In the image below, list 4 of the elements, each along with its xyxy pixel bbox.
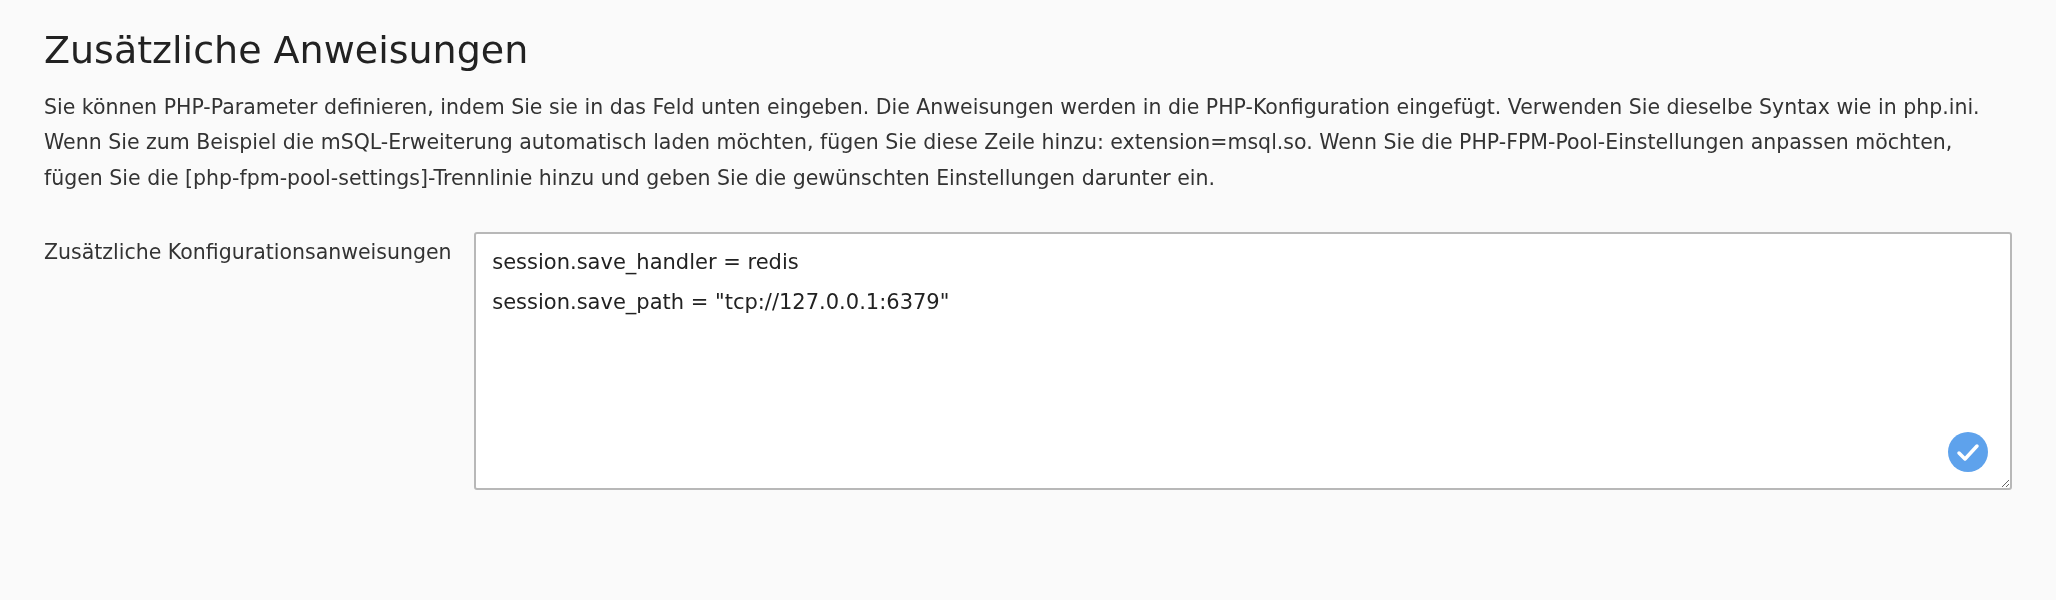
config-input-field[interactable]: session.save_handler = redis session.save_path = "tcp://127.0.0.1:6379" bbox=[474, 232, 2012, 491]
field-label: Zusätzliche Konfigurationsanweisungen bbox=[44, 239, 453, 267]
section-heading: Zusätzliche Anweisungen bbox=[44, 28, 530, 72]
description-text: Sie können PHP-Parameter definieren, indem Sie sie in das Feld unten eingeben. Die Anweisungen werden in die PHP-Konfiguration eingefügt. Verwenden Sie dieselbe Syntax wie in php.ini. Wenn Sie zum Beispiel die mSQL-Erweiterung automatisch laden möchten, fügen Sie diese Zeile hinzu: extension=msql.so. Wenn Sie die PHP-FPM-Pool-Einstellungen anpassen möchten, fügen Sie die [php-fpm-pool-settings]-Trennlinie hinzu und geben Sie die gewünschten Einstellungen darunter ein. bbox=[44, 94, 1981, 192]
